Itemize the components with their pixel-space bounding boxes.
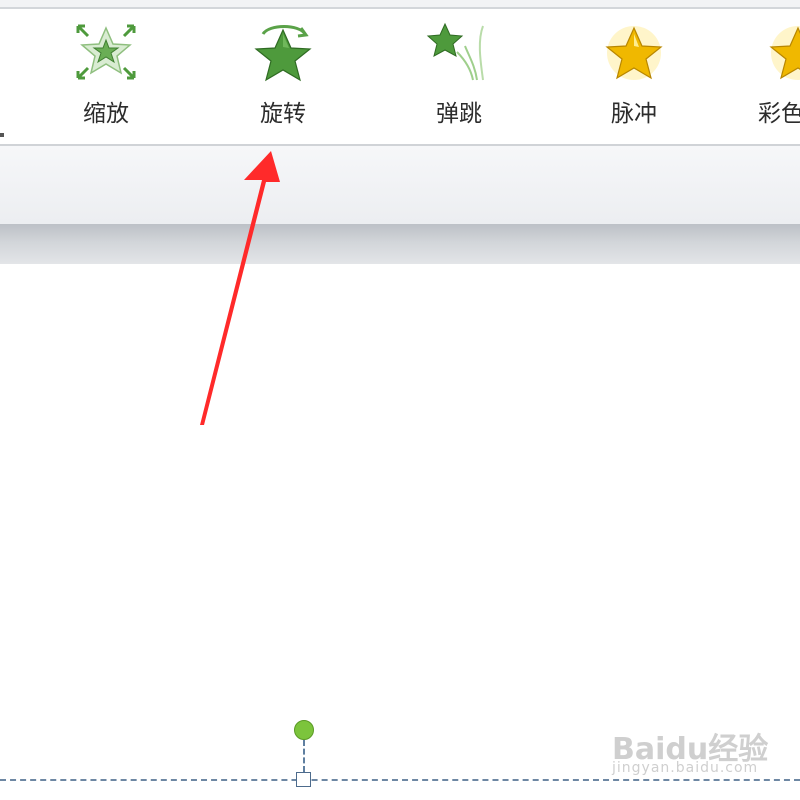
pulse-star-icon bbox=[605, 26, 663, 80]
spin-star-icon bbox=[254, 25, 312, 82]
previous-item-fragment bbox=[0, 133, 4, 137]
rotation-handle-stem bbox=[303, 740, 305, 772]
effect-label: 旋转 bbox=[260, 101, 306, 127]
effect-label: 脉冲 bbox=[611, 101, 657, 127]
panel-divider bbox=[0, 224, 800, 264]
bounce-star-icon bbox=[426, 22, 484, 81]
effect-label: 弹跳 bbox=[436, 101, 482, 127]
effect-color-pulse[interactable]: 彩色 bbox=[752, 20, 800, 132]
color-pulse-star-icon bbox=[769, 26, 800, 80]
ribbon-top-strip bbox=[0, 0, 800, 9]
effect-pulse[interactable]: 脉冲 bbox=[574, 20, 694, 132]
effect-label: 彩色 bbox=[758, 101, 800, 127]
watermark-url: jingyan.baidu.com bbox=[612, 760, 759, 776]
options-panel bbox=[0, 146, 800, 224]
watermark: Baidu经验 jingyan.baidu.com bbox=[612, 712, 792, 782]
zoom-star-icon bbox=[76, 24, 136, 80]
rotation-handle[interactable] bbox=[294, 720, 314, 740]
effect-zoom[interactable]: 缩放 bbox=[46, 20, 166, 132]
effect-spin[interactable]: 旋转 bbox=[223, 20, 343, 132]
effect-bounce[interactable]: 弹跳 bbox=[399, 20, 519, 132]
effect-label: 缩放 bbox=[83, 101, 129, 127]
resize-handle[interactable] bbox=[296, 772, 311, 787]
